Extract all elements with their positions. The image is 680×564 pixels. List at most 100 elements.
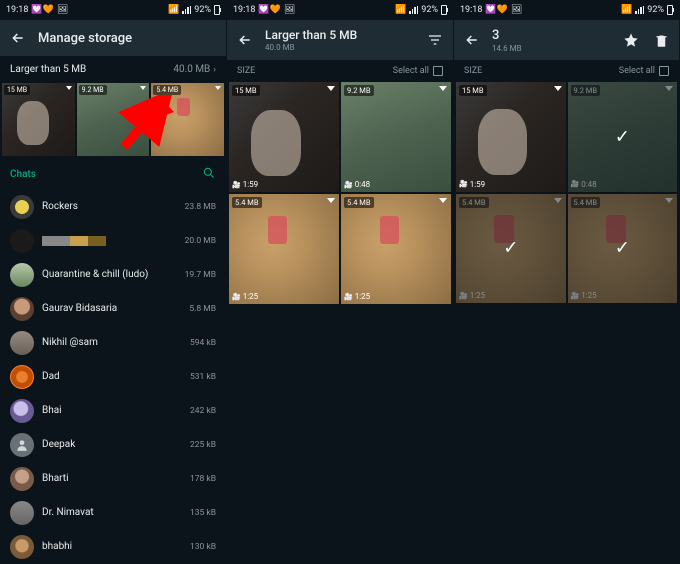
delete-button[interactable] [651,30,671,50]
dropdown-caret-icon [665,198,673,203]
chat-row[interactable]: Deepak225 kB [0,428,226,462]
section-larger-than-5mb[interactable]: Larger than 5 MB 40.0 MB › [0,56,226,83]
media-grid: 15 MB1:599.2 MB0:485.4 MB1:255.4 MB1:25 [227,82,453,304]
preview-thumb[interactable]: 9.2 MB [77,83,150,156]
avatar [10,399,34,423]
media-thumb[interactable]: 5.4 MB1:25 [341,194,451,304]
preview-thumb[interactable]: 5.4 MB [151,83,224,156]
star-button[interactable] [621,30,641,50]
select-all-label: Select all [393,66,429,76]
battery-pct: 92% [194,5,211,15]
chat-row[interactable]: Dad531 kB [0,360,226,394]
status-bar: 19:18 💟🧡 🖼 📶 92% [454,0,679,20]
chat-name: Bhai [42,405,182,416]
battery-pct: 92% [647,5,664,15]
thumb-size-badge: 15 MB [4,85,30,95]
dropdown-caret-icon [66,86,72,90]
thumb-duration: 1:25 [232,292,258,301]
avatar [10,195,34,219]
chat-name: Gaurav Bidasaria [42,303,181,314]
chevron-right-icon: › [213,65,216,75]
toolbar-subtitle: 40.0 MB [265,43,415,52]
sort-row: SIZE Select all [454,60,679,82]
thumb-size-badge: 9.2 MB [79,85,107,95]
dropdown-caret-icon [554,86,562,91]
dropdown-caret-icon [215,86,221,90]
preview-thumb[interactable]: 15 MB [2,83,75,156]
media-grid: 15 MB1:599.2 MB0:48✓5.4 MB1:25✓5.4 MB1:2… [454,82,679,303]
toolbar-title: Larger than 5 MB [265,28,415,42]
chat-size: 242 kB [190,406,216,416]
selection-toolbar: 3 14.6 MB [454,20,679,60]
chat-name: Deepak [42,439,182,450]
media-thumb[interactable]: 9.2 MB0:48 [341,82,451,192]
dropdown-caret-icon [439,198,447,203]
status-notif-icons: 💟🧡 [258,5,280,15]
back-button[interactable] [8,28,28,48]
thumb-duration: 1:25 [571,291,597,300]
status-media-icon: 🖼 [57,5,68,15]
chat-name: Bharti [42,473,182,484]
wifi-icon: 📶 [395,5,406,15]
media-thumb[interactable]: 15 MB 1:59 [456,82,566,192]
select-all[interactable]: Select all [393,66,443,76]
thumb-duration: 1:25 [459,291,485,300]
wifi-icon: 📶 [168,5,179,15]
status-bar: 19:18 💟🧡 🖼 📶 92% [227,0,453,20]
chat-row[interactable]: Bhai 242 kB [0,394,226,428]
section-size: 40.0 MB [173,64,210,75]
toolbar-title: Manage storage [38,31,218,46]
battery-icon [214,5,220,15]
chat-row[interactable]: Rockers23.8 MB [0,190,226,224]
chat-size: 5.8 MB [189,304,216,314]
chat-row[interactable]: bhabhi130 kB [0,530,226,564]
dropdown-caret-icon [140,86,146,90]
toolbar: Manage storage [0,20,226,56]
avatar [10,365,34,389]
thumb-size-badge: 15 MB [459,85,487,96]
dropdown-caret-icon [439,86,447,91]
chat-row[interactable]: Nikhil @sam594 kB [0,326,226,360]
chat-size: 20.0 MB [185,236,216,246]
chat-row[interactable]: Dr. Nimavat 135 kB [0,496,226,530]
thumb-size-badge: 5.4 MB [153,85,181,95]
select-all[interactable]: Select all [619,66,669,76]
chat-row[interactable]: Quarantine & chill (ludo)19.7 MB [0,258,226,292]
chat-size: 23.8 MB [185,202,216,212]
media-thumb[interactable]: 5.4 MB1:25✓ [568,194,678,304]
back-button[interactable] [235,30,255,50]
thumb-size-badge: 5.4 MB [344,197,374,208]
chat-list: Rockers23.8 MB 20.0 MB Quarantine & chill … [0,190,226,564]
chat-row[interactable]: Bharti 178 kB [0,462,226,496]
check-icon: ✓ [615,238,630,259]
select-all-checkbox[interactable] [659,66,669,76]
status-notif-icons: 💟🧡 [31,5,53,15]
media-thumb[interactable]: 5.4 MB1:25 [229,194,339,304]
chat-size: 135 kB [190,508,216,518]
sort-label[interactable]: SIZE [237,66,255,76]
select-all-checkbox[interactable] [433,66,443,76]
sort-label[interactable]: SIZE [464,66,482,76]
toolbar: Larger than 5 MB 40.0 MB [227,20,453,60]
search-button[interactable] [202,166,216,184]
avatar [10,501,34,525]
battery-icon [667,5,673,15]
chat-name: Dr. Nimavat [42,507,182,518]
avatar [10,467,34,491]
chats-title: Chats [10,169,36,180]
battery-icon [441,5,447,15]
thumb-duration: 1:59 [459,180,485,189]
media-thumb[interactable]: 15 MB1:59 [229,82,339,192]
media-thumb[interactable]: 9.2 MB0:48✓ [568,82,678,192]
thumb-duration: 0:48 [571,180,597,189]
media-thumb[interactable]: 5.4 MB1:25✓ [456,194,566,304]
back-button[interactable] [462,30,482,50]
chat-row[interactable]: 20.0 MB [0,224,226,258]
wifi-icon: 📶 [621,5,632,15]
status-time: 19:18 [6,5,28,15]
chat-row[interactable]: Gaurav Bidasaria 5.8 MB [0,292,226,326]
chat-name: Dad [42,371,182,382]
chat-size: 178 kB [190,474,216,484]
chat-name: Nikhil @sam [42,337,182,348]
sort-button[interactable] [425,30,445,50]
